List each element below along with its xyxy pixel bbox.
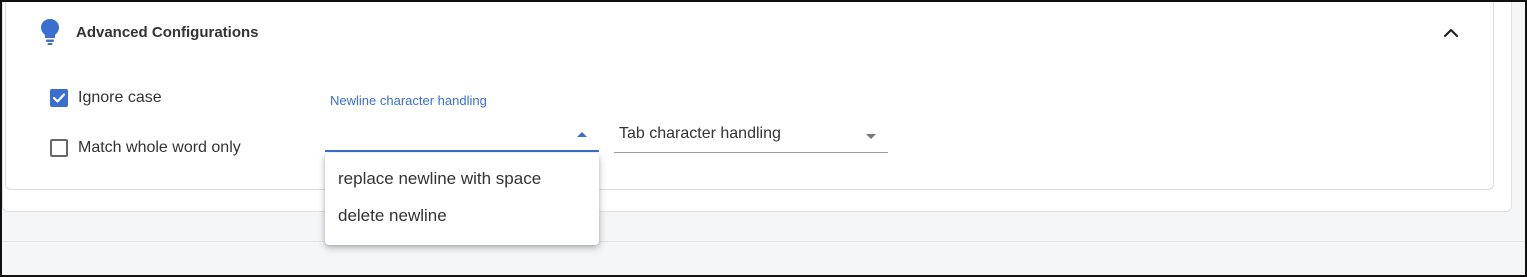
lightbulb-icon [40,18,60,46]
match-whole-word-checkbox[interactable] [50,139,68,157]
check-icon [53,93,65,103]
ignore-case-checkbox[interactable] [50,89,68,107]
bottom-area [2,241,1525,276]
match-whole-word-option[interactable]: Match whole word only [50,137,241,159]
outer-card: Advanced Configurations Ignore case Matc… [2,0,1512,212]
match-whole-word-label[interactable]: Match whole word only [78,139,241,157]
option-replace-newline[interactable]: replace newline with space [325,160,599,197]
arrow-up-icon [577,132,587,137]
advanced-configurations-panel: Advanced Configurations Ignore case Matc… [5,0,1494,190]
newline-handling-dropdown: replace newline with space delete newlin… [325,153,599,245]
ignore-case-option[interactable]: Ignore case [50,87,162,109]
tab-handling-placeholder: Tab character handling [619,125,781,142]
ignore-case-label[interactable]: Ignore case [78,89,162,107]
panel-header[interactable]: Advanced Configurations [6,0,1493,64]
collapse-button[interactable] [1438,20,1464,46]
arrow-down-icon [866,134,876,139]
tab-handling-select[interactable]: Tab character handling [614,120,888,153]
newline-handling-select[interactable] [325,120,599,152]
option-delete-newline[interactable]: delete newline [325,197,599,234]
panel-title: Advanced Configurations [76,24,259,41]
newline-handling-label: Newline character handling [330,93,487,108]
chevron-up-icon [1443,28,1459,38]
